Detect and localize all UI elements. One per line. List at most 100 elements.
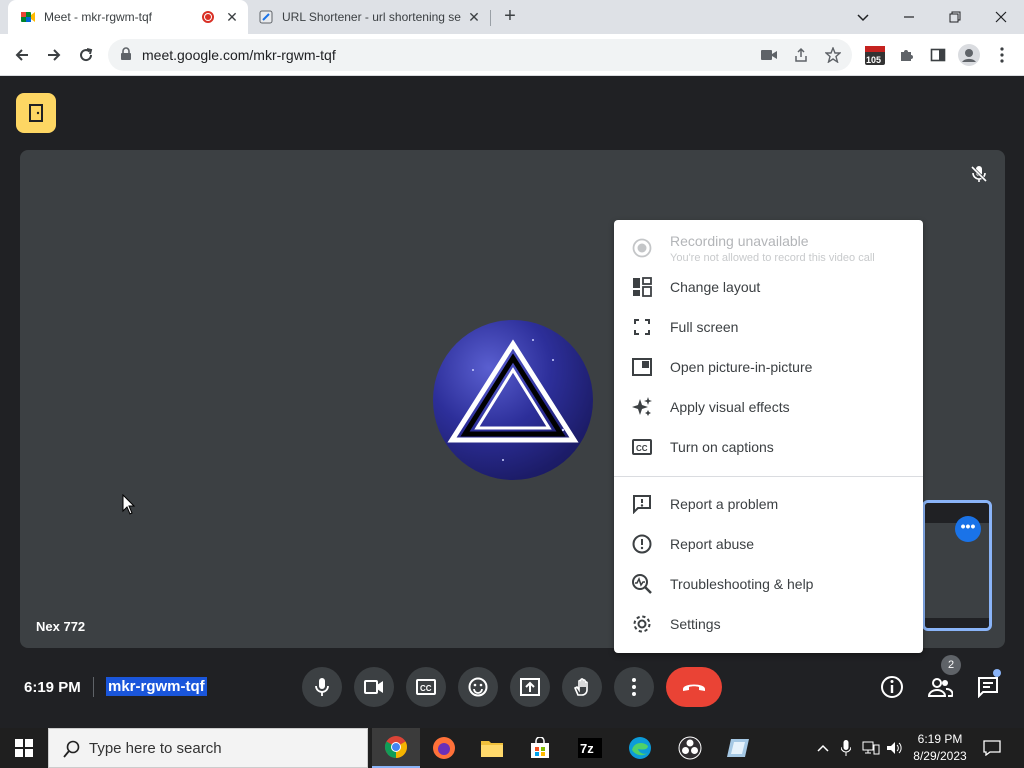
camera-button[interactable] [354,667,394,707]
sparkle-icon [630,395,654,419]
menu-item-visual-effects[interactable]: Apply visual effects [614,387,923,427]
leave-room-button[interactable] [16,93,56,133]
taskbar-edge[interactable] [616,728,664,768]
present-screen-button[interactable] [510,667,550,707]
fullscreen-icon [630,315,654,339]
extension-badge: 105 [866,55,882,65]
app-icon [727,739,749,757]
tab-strip: Meet - mkr-rgwm-tqf ✕ URL Shortener - ur… [0,0,1024,34]
tab-meet[interactable]: Meet - mkr-rgwm-tqf ✕ [8,0,248,34]
tab-url-shortener[interactable]: URL Shortener - url shortening se ✕ [250,0,490,34]
leave-call-button[interactable] [666,667,722,707]
back-button[interactable] [10,43,34,67]
menu-item-report-abuse[interactable]: Report abuse [614,524,923,564]
search-icon [63,740,80,758]
clock-separator [93,677,94,697]
store-bag-icon [531,737,549,758]
share-icon[interactable] [792,46,810,64]
lock-icon[interactable] [120,47,132,61]
taskbar-7zip[interactable]: 7z [566,728,614,768]
restore-button[interactable] [932,0,978,34]
close-tab-icon[interactable]: ✕ [466,9,482,26]
captions-icon: CC [630,435,654,459]
tab-title: Meet - mkr-rgwm-tqf [44,10,152,24]
close-window-button[interactable] [978,0,1024,34]
hand-icon [573,678,588,696]
menu-item-label: Report a problem [670,496,779,512]
chat-notification-dot [993,669,1001,677]
camera-in-use-icon[interactable] [760,46,778,64]
extensions-icon[interactable] [896,45,916,65]
url-text: meet.google.com/mkr-rgwm-tqf [142,47,336,63]
system-date: 8/29/2023 [913,749,967,763]
start-button[interactable] [0,728,48,768]
reload-button[interactable] [74,43,98,67]
notifications-icon[interactable] [978,728,1006,768]
menu-item-label: Turn on captions [670,439,774,455]
self-view-options-button[interactable]: ••• [955,516,981,542]
meeting-clock: 6:19 PM [24,679,81,696]
captions-icon: CC [416,679,436,695]
taskbar-firefox[interactable] [420,728,468,768]
troubleshoot-icon [630,572,654,596]
chat-button[interactable] [974,675,1002,699]
menu-item-troubleshooting[interactable]: Troubleshooting & help [614,564,923,604]
network-icon[interactable] [860,728,882,768]
system-clock[interactable]: 6:19 PM 8/29/2023 [908,731,972,765]
volume-icon[interactable] [884,728,906,768]
taskbar-search[interactable]: Type here to search [48,728,368,768]
chat-icon [978,677,998,698]
raise-hand-button[interactable] [562,667,602,707]
system-time: 6:19 PM [917,732,963,746]
self-view-tile[interactable]: ••• [922,500,992,631]
taskbar-obs[interactable] [666,728,714,768]
microphone-tray-icon[interactable] [836,728,856,768]
taskbar-file-explorer[interactable] [468,728,516,768]
menu-item-label: Open picture-in-picture [670,359,813,375]
menu-divider [614,476,923,477]
tab-search-icon[interactable] [840,0,886,34]
more-options-button[interactable] [614,667,654,707]
bookmark-star-icon[interactable] [824,46,842,64]
meeting-details-button[interactable] [878,675,906,699]
new-tab-button[interactable]: + [498,5,522,29]
menu-item-full-screen[interactable]: Full screen [614,307,923,347]
menu-item-settings[interactable]: Settings [614,604,923,644]
microphone-button[interactable] [302,667,342,707]
browser-menu-icon[interactable] [992,45,1012,65]
profile-avatar-icon[interactable] [958,44,980,66]
meet-page: Nex 772 ••• Recording unavailable You're… [0,77,1024,728]
close-tab-icon[interactable]: ✕ [224,9,240,26]
menu-item-captions[interactable]: CC Turn on captions [614,427,923,467]
participant-avatar [433,320,593,480]
taskbar-app[interactable] [714,728,762,768]
taskbar-chrome[interactable] [372,728,420,768]
taskbar-store[interactable] [516,728,564,768]
forward-button[interactable] [42,43,66,67]
address-bar[interactable]: meet.google.com/mkr-rgwm-tqf [108,39,852,71]
layout-icon [630,275,654,299]
captions-button[interactable]: CC [406,667,446,707]
svg-text:CC: CC [636,444,648,453]
mouse-cursor-icon [122,494,136,515]
show-hidden-icons-button[interactable] [814,728,832,768]
menu-item-report-problem[interactable]: Report a problem [614,484,923,524]
extension-calendar-icon[interactable]: 105 [864,44,886,66]
record-icon [630,236,654,260]
meeting-code[interactable]: mkr-rgwm-tqf [106,677,207,696]
menu-item-change-layout[interactable]: Change layout [614,267,923,307]
people-icon [927,678,953,697]
participants-button[interactable] [926,675,954,699]
minimize-button[interactable] [886,0,932,34]
gear-icon [630,612,654,636]
svg-text:CC: CC [420,684,432,693]
menu-item-picture-in-picture[interactable]: Open picture-in-picture [614,347,923,387]
tab-title: URL Shortener - url shortening se [282,10,461,24]
firefox-icon [433,737,455,759]
microphone-icon [315,678,329,696]
taskbar: Type here to search 7z 6:19 PM 8/29/2023 [0,728,1024,768]
side-panel-icon[interactable] [928,45,948,65]
present-icon [520,678,540,696]
reactions-button[interactable] [458,667,498,707]
menu-item-label: Apply visual effects [670,399,790,415]
